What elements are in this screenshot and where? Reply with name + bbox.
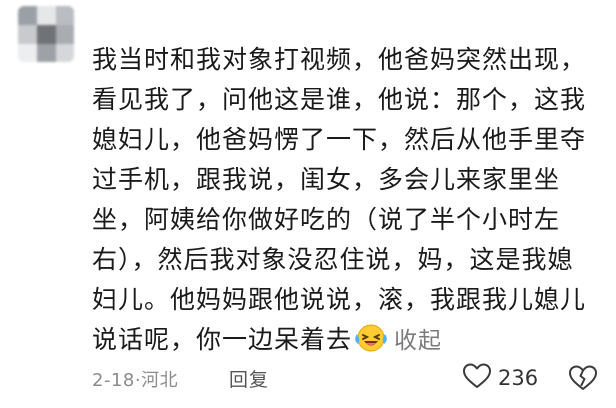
broken-heart-outline-icon <box>568 365 598 396</box>
collapse-button[interactable]: 收起 <box>394 328 442 354</box>
comment-text: 我当时和我对象打视频，他爸妈突然出现， 看见我了，问他这是谁，他说：那个，这我 … <box>92 40 602 361</box>
comment-line: 右），然后我对象没忍住说，妈，这是我媳 <box>92 245 574 274</box>
laughing-crying-emoji-icon <box>354 322 388 354</box>
comment-line: 看见我了，问他这是谁，他说：那个，这我 <box>92 85 587 114</box>
like-count: 236 <box>498 366 539 390</box>
like-button[interactable]: 236 <box>462 362 538 394</box>
comment-last-line: 说话呢，你一边呆着去 收起 <box>92 320 602 361</box>
comment-meta: 2-18·河北 <box>92 366 178 392</box>
reply-button[interactable]: 回复 <box>229 365 269 392</box>
heart-outline-icon <box>462 362 492 394</box>
comment-line: 说话呢，你一边呆着去 <box>92 325 353 354</box>
comment-line: 坐，阿姨给你做好吃的（说了半个小时左 <box>92 205 561 234</box>
comment-line: 过手机，跟我说，闺女，多会儿来家里坐 <box>92 165 561 194</box>
dislike-button[interactable] <box>568 364 598 396</box>
comment-location: 河北 <box>141 370 179 391</box>
comment-line: 媳妇儿，他爸妈愣了一下，然后从他手里夺 <box>92 125 587 154</box>
avatar[interactable] <box>18 6 74 62</box>
comment-date: 2-18 <box>92 370 135 391</box>
comment-line: 我当时和我对象打视频，他爸妈突然出现， <box>92 45 587 74</box>
comment-line: 妇儿。他妈妈跟他说说，滚，我跟我儿媳儿 <box>92 285 587 314</box>
